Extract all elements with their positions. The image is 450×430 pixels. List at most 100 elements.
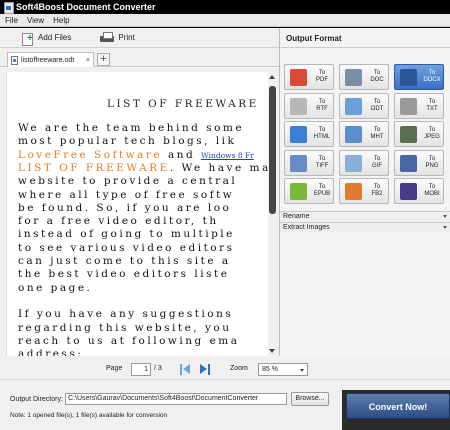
document-line: instead of going to multiple [18, 228, 235, 240]
convert-now-button[interactable]: Convert Now! [346, 393, 450, 419]
document-text: the best video editors liste [18, 268, 230, 281]
window-title: Soft4Boost Document Converter [16, 2, 156, 12]
toolbar: Add Files Print [0, 28, 279, 48]
docx-icon [400, 69, 417, 86]
document-line: LoveFree Software and Windows 8 Fr [18, 149, 254, 161]
jpeg-icon [400, 126, 417, 143]
document-text: website to provide a central [18, 175, 238, 188]
format-button-txt[interactable]: To TXT [394, 92, 444, 119]
document-tab-bar: listoffreeware.odt × + [0, 49, 279, 67]
format-button-png[interactable]: To PNG [394, 149, 444, 176]
document-text: instead of going to multiple [18, 228, 235, 241]
format-button-odt[interactable]: To ODT [339, 92, 389, 119]
document-line: If you have any suggestions [18, 308, 233, 320]
document-text: to see various video editors [18, 241, 235, 254]
format-button-epub[interactable]: To EPUB [284, 178, 334, 204]
format-button-jpeg[interactable]: To JPEG [394, 121, 444, 147]
txt-icon [400, 97, 417, 115]
format-label: To PDF [316, 70, 328, 83]
format-button-html[interactable]: To HTML [284, 121, 334, 147]
zoom-label: Zoom [230, 365, 248, 372]
scroll-thumb[interactable] [269, 86, 276, 214]
format-button-doc[interactable]: To DOC [339, 64, 389, 90]
format-button-pdf[interactable]: To PDF [284, 64, 334, 90]
tiff-icon [290, 154, 307, 172]
document-text: If you have any suggestions [18, 308, 234, 321]
document-text: for a free video editor, th [18, 215, 219, 228]
last-page-icon[interactable] [199, 364, 210, 375]
first-page-icon[interactable] [180, 364, 191, 375]
document-line: address: [18, 348, 83, 356]
document-line: be found. So, if you are loo [18, 202, 231, 214]
format-button-rtf[interactable]: To RTF [284, 92, 334, 119]
add-files-button[interactable]: Add Files [16, 29, 77, 47]
output-directory-input[interactable]: C:\Users\Gaurav\Documents\Soft4Boost\Doc… [65, 393, 287, 405]
print-label: Print [118, 33, 135, 42]
format-label: To DOC [370, 70, 384, 83]
zoom-select[interactable]: 85 % [258, 363, 308, 376]
format-label: To TIFF [315, 155, 329, 169]
print-button[interactable]: Print [94, 29, 140, 47]
document-text: We are the team behind some [18, 122, 245, 134]
format-grid: To PDF To DOC To DOCX To RTF To ODT To TXT To HTML To M… [284, 64, 449, 234]
title-bar: Soft4Boost Document Converter [0, 0, 450, 14]
app-logo-icon [3, 2, 14, 14]
close-icon[interactable]: × [86, 57, 90, 64]
format-label: To FB2 [371, 184, 383, 197]
format-label: To EPUB [313, 184, 331, 197]
fb2-icon [345, 183, 362, 200]
convert-area: Convert Now! [342, 390, 450, 430]
document-text: Windows 8 Fr [201, 150, 254, 160]
menu-file[interactable]: File [5, 16, 18, 25]
extract-images-section[interactable]: Extract Images [280, 222, 450, 232]
new-tab-button[interactable]: + [97, 53, 110, 66]
menu-help[interactable]: Help [53, 16, 69, 25]
document-line: can just come to this site a [18, 255, 231, 267]
html-icon [290, 126, 307, 143]
mobi-icon [400, 183, 417, 200]
bottom-panel: Page 1 / 3 Zoom 85 % Output Directory: C… [0, 356, 450, 430]
scroll-up-icon[interactable] [269, 75, 275, 79]
format-button-mht[interactable]: To MHT [339, 121, 389, 147]
document-text: be found. So, if you are loo [18, 201, 232, 214]
document-text: LoveFree Software [18, 148, 163, 161]
format-button-fb2[interactable]: To FB2 [339, 178, 389, 204]
printer-icon [100, 31, 115, 44]
document-text: and [162, 148, 202, 161]
document-line: website to provide a central [18, 175, 237, 187]
document-line: to see various video editors [18, 242, 235, 254]
tab-label: listoffreeware.odt [21, 56, 75, 64]
output-format-panel: Output Format To PDF To DOC To DOCX To RTF To ODT… [279, 28, 450, 356]
mht-icon [345, 126, 362, 143]
rename-section[interactable]: Rename [280, 211, 450, 221]
format-label: To HTML [313, 127, 331, 140]
doc-icon [345, 69, 362, 86]
document-preview[interactable]: LIST OF FREEWARE We are the team behind … [6, 72, 268, 356]
document-tab[interactable]: listoffreeware.odt × [7, 52, 94, 67]
page-label: Page [106, 365, 123, 372]
document-text: LIST OF FREEWARE [18, 161, 170, 174]
page-input[interactable]: 1 [131, 363, 151, 376]
document-text: can just come to this site a [18, 255, 231, 267]
pdf-icon [290, 69, 307, 86]
status-text: Note: 1 opened file(s), 1 file(s) availa… [10, 412, 168, 419]
document-icon [11, 55, 18, 65]
format-label: To GIF [372, 155, 382, 169]
format-button-tiff[interactable]: To TIFF [284, 149, 334, 176]
format-button-gif[interactable]: To GIF [339, 149, 389, 176]
document-title: LIST OF FREEWARE [107, 98, 259, 110]
document-line: LIST OF FREEWARE. We have ma [18, 162, 268, 174]
format-button-docx[interactable]: To DOCX [394, 64, 444, 90]
document-line: one page. [18, 282, 92, 294]
vertical-scrollbar[interactable] [268, 72, 277, 356]
menu-view[interactable]: View [27, 16, 44, 25]
document-line: the best video editors liste [18, 268, 229, 280]
document-text: reach to us at following ema [18, 334, 240, 347]
format-button-mobi[interactable]: To MOBI [394, 178, 444, 204]
scroll-down-icon[interactable] [269, 349, 275, 353]
document-line: most popular tech blogs, lik [18, 135, 236, 147]
browse-button[interactable]: Browse... [291, 392, 329, 406]
epub-icon [290, 183, 307, 200]
add-file-icon [22, 32, 34, 46]
format-label: To ODT [370, 98, 384, 112]
